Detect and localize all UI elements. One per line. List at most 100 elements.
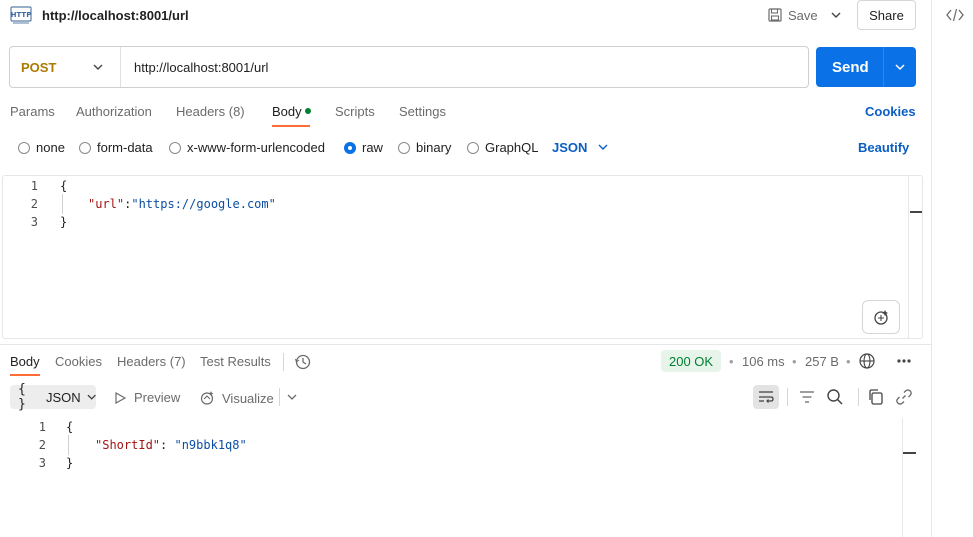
globe-icon[interactable] — [859, 353, 875, 369]
line-number: 2 — [30, 197, 38, 211]
response-format-select[interactable]: { } JSON — [10, 382, 96, 412]
indent-guide — [62, 194, 63, 214]
json-colon: : — [160, 438, 175, 452]
toolbar-divider — [279, 388, 280, 406]
http-request-icon: HTTP — [10, 6, 32, 24]
send-label[interactable]: Send — [832, 59, 869, 76]
radio-binary[interactable]: binary — [398, 140, 451, 155]
response-tab-test-results[interactable]: Test Results — [200, 354, 271, 369]
tab-scripts[interactable]: Scripts — [335, 104, 375, 119]
svg-text:HTTP: HTTP — [11, 11, 32, 19]
save-icon — [768, 8, 782, 22]
response-tab-body[interactable]: Body — [10, 354, 40, 369]
tab-body[interactable]: Body — [272, 104, 302, 119]
code-open-brace: { — [66, 420, 74, 434]
chevron-down-icon[interactable] — [286, 391, 298, 403]
visualize-button[interactable]: Visualize — [199, 390, 274, 406]
radio-circle[interactable] — [79, 141, 91, 154]
radio-label: form-data — [97, 140, 153, 155]
request-title[interactable]: http://localhost:8001/url — [42, 8, 189, 23]
preview-label: Preview — [134, 390, 181, 405]
beautify-button[interactable]: Beautify — [858, 140, 909, 155]
code-close-brace: } — [66, 456, 74, 470]
radio-graphql[interactable]: GraphQL — [467, 140, 538, 155]
save-label: Save — [788, 7, 818, 23]
visualize-label: Visualize — [222, 390, 274, 406]
chevron-down-icon — [87, 394, 96, 400]
line-number: 1 — [30, 179, 38, 193]
tab-headers[interactable]: Headers (8) — [176, 104, 245, 119]
radio-circle[interactable] — [169, 141, 181, 154]
history-icon[interactable] — [294, 353, 312, 371]
copy-icon[interactable] — [867, 388, 885, 406]
more-options-icon[interactable] — [896, 358, 912, 364]
response-tab-cookies[interactable]: Cookies — [55, 354, 102, 369]
wrap-lines-icon — [759, 391, 774, 403]
line-number: 1 — [38, 420, 46, 434]
radio-raw[interactable]: raw — [344, 140, 383, 155]
url-input[interactable]: http://localhost:8001/url — [134, 60, 268, 75]
scrollbar-thumb[interactable] — [910, 211, 922, 213]
json-key: "ShortId" — [95, 438, 161, 452]
line-number: 3 — [38, 456, 46, 470]
active-tab-underline — [10, 374, 40, 376]
method-select[interactable]: POST — [21, 60, 56, 75]
radio-label: none — [36, 140, 65, 155]
body-modified-indicator — [305, 108, 311, 114]
tab-settings[interactable]: Settings — [399, 104, 446, 119]
toolbar-divider — [858, 388, 859, 406]
response-size[interactable]: 257 B — [805, 354, 839, 369]
language-select[interactable]: JSON — [552, 140, 587, 155]
line-number: 2 — [38, 438, 46, 452]
tab-divider — [283, 353, 284, 371]
format-label: JSON — [45, 389, 81, 405]
save-button[interactable]: Save — [762, 3, 822, 27]
editor-scrollbar[interactable] — [908, 176, 909, 338]
filter-icon[interactable] — [798, 388, 816, 406]
ai-assist-button[interactable] — [862, 300, 900, 334]
meta-separator: • — [846, 354, 851, 369]
response-time[interactable]: 106 ms — [742, 354, 785, 369]
radio-label: raw — [362, 140, 383, 155]
radio-circle-selected[interactable] — [344, 141, 356, 154]
tab-params[interactable]: Params — [10, 104, 55, 119]
send-divider — [883, 47, 884, 87]
tab-authorization[interactable]: Authorization — [76, 104, 152, 119]
radio-circle[interactable] — [18, 141, 30, 154]
cookies-link[interactable]: Cookies — [865, 104, 916, 119]
meta-separator: • — [792, 354, 797, 369]
wrap-lines-button[interactable] — [753, 385, 779, 409]
share-button[interactable]: Share — [857, 0, 916, 30]
url-divider — [120, 47, 121, 87]
chevron-down-icon[interactable] — [91, 60, 105, 74]
search-icon[interactable] — [826, 388, 844, 406]
active-tab-underline — [272, 125, 310, 127]
radio-form-data[interactable]: form-data — [79, 140, 153, 155]
visualize-icon — [200, 391, 214, 405]
status-badge[interactable]: 200 OK — [661, 350, 722, 372]
right-panel-divider — [931, 0, 932, 537]
radio-label: GraphQL — [485, 140, 539, 155]
line-number: 3 — [30, 215, 38, 229]
code-close-brace: } — [60, 215, 68, 229]
radio-circle[interactable] — [398, 141, 410, 154]
send-options-chevron-icon[interactable] — [893, 60, 907, 74]
scrollbar-thumb[interactable] — [903, 452, 916, 454]
panel-divider[interactable] — [0, 344, 931, 345]
link-icon[interactable] — [895, 388, 913, 406]
code-line: "url":"https://google.com" — [88, 197, 276, 211]
response-scrollbar[interactable] — [902, 418, 903, 537]
braces-icon: { } — [18, 382, 26, 412]
json-key: "url" — [88, 197, 125, 211]
radio-urlencoded[interactable]: x-www-form-urlencoded — [169, 140, 325, 155]
chevron-down-icon[interactable] — [597, 141, 609, 153]
save-options-button[interactable] — [824, 3, 848, 27]
meta-separator: • — [729, 354, 734, 369]
preview-button[interactable]: Preview — [114, 390, 180, 405]
radio-circle[interactable] — [467, 141, 479, 154]
chevron-down-icon — [831, 12, 841, 18]
code-open-brace: { — [60, 179, 68, 193]
radio-none[interactable]: none — [18, 140, 65, 155]
response-tab-headers[interactable]: Headers (7) — [117, 354, 186, 369]
code-snippet-icon[interactable] — [946, 8, 964, 22]
